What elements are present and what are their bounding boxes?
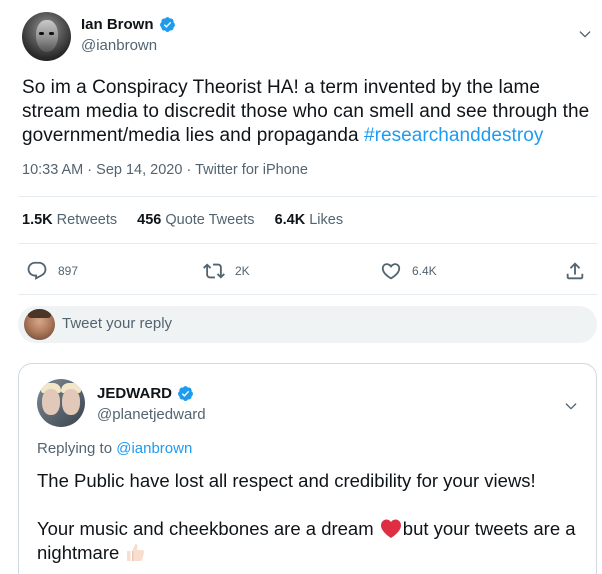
likes-label: Likes [309, 212, 344, 228]
tweet-text: So im a Conspiracy Theorist HA! a term i… [22, 76, 597, 148]
retweet-icon [203, 263, 225, 279]
quote-tweets-stat[interactable]: 456 Quote Tweets [137, 212, 254, 228]
reply-button[interactable]: 897 [26, 260, 78, 282]
reply-placeholder[interactable]: Tweet your reply [62, 315, 172, 332]
replying-to: Replying to @ianbrown [37, 440, 192, 457]
likes-stat[interactable]: 6.4K Likes [275, 212, 344, 228]
reply-author-name-row: JEDWARD [97, 385, 194, 402]
reply-bubble-icon [27, 261, 47, 280]
quote-tweets-label: Quote Tweets [165, 212, 255, 228]
tweet-actions: 897 2K 6.4K [0, 254, 602, 288]
ianbrown-avatar[interactable] [22, 12, 71, 61]
avatar-face [36, 20, 58, 52]
reply-paragraph: Your music and cheekbones are a dream bu… [37, 517, 582, 565]
divider [18, 294, 598, 295]
avatar-face [62, 389, 80, 415]
thumbs-up-emoji [127, 544, 145, 561]
like-button[interactable]: 6.4K [380, 260, 437, 282]
avatar-face [42, 389, 60, 415]
retweets-count: 1.5K [22, 212, 53, 228]
red-heart-emoji [380, 519, 401, 538]
divider [18, 243, 598, 244]
verified-badge-icon [178, 386, 193, 401]
quote-tweets-count: 456 [137, 212, 162, 228]
replying-to-handle[interactable]: @ianbrown [116, 440, 192, 457]
verified-badge-icon [159, 17, 175, 32]
share-button[interactable] [564, 260, 586, 282]
jedward-avatar[interactable] [37, 379, 85, 427]
chevron-down-icon[interactable] [563, 398, 579, 414]
reply-tweet-text: The Public have lost all respect and cre… [37, 469, 582, 565]
retweet-button[interactable]: 2K [203, 260, 250, 282]
likes-count: 6.4K [274, 212, 306, 228]
reply-text-part: Your music and cheekbones are a dream [37, 518, 379, 539]
reply-author-display-name[interactable]: JEDWARD [97, 385, 172, 402]
retweet-count: 2K [235, 264, 250, 278]
current-user-avatar [24, 309, 55, 340]
author-name-row: Ian Brown [81, 16, 176, 33]
tweet-source[interactable]: Twitter for iPhone [195, 162, 308, 178]
reply-count: 897 [58, 264, 79, 278]
chevron-down-icon[interactable] [577, 26, 593, 42]
avatar-eye-left [39, 32, 44, 35]
divider [18, 196, 598, 197]
tweet-timestamp[interactable]: 10:33 AM · Sep 14, 2020 [22, 162, 182, 178]
heart-icon [381, 263, 401, 280]
reply-composer[interactable]: Tweet your reply [18, 306, 597, 343]
hashtag-link[interactable]: #researchanddestroy [364, 125, 543, 146]
reply-tweet-card[interactable]: JEDWARD @planetjedward Replying to @ianb… [18, 363, 597, 574]
avatar-eye-right [49, 32, 54, 35]
meta-separator: · [186, 162, 196, 178]
reply-paragraph: The Public have lost all respect and cre… [37, 470, 536, 491]
main-tweet: Ian Brown @ianbrown So im a Conspiracy T… [0, 0, 602, 574]
author-display-name[interactable]: Ian Brown [81, 16, 154, 33]
like-count: 6.4K [412, 264, 437, 278]
tweet-stats: 1.5K Retweets 456 Quote Tweets 6.4K Like… [22, 212, 363, 228]
replying-to-label: Replying to [37, 440, 113, 457]
share-icon [566, 262, 584, 280]
author-handle[interactable]: @ianbrown [81, 37, 157, 54]
retweets-label: Retweets [56, 212, 118, 228]
tweet-meta: 10:33 AM · Sep 14, 2020 · Twitter for iP… [22, 162, 308, 178]
reply-author-handle[interactable]: @planetjedward [97, 406, 206, 423]
retweets-stat[interactable]: 1.5K Retweets [22, 212, 117, 228]
avatar-hair [28, 309, 51, 318]
